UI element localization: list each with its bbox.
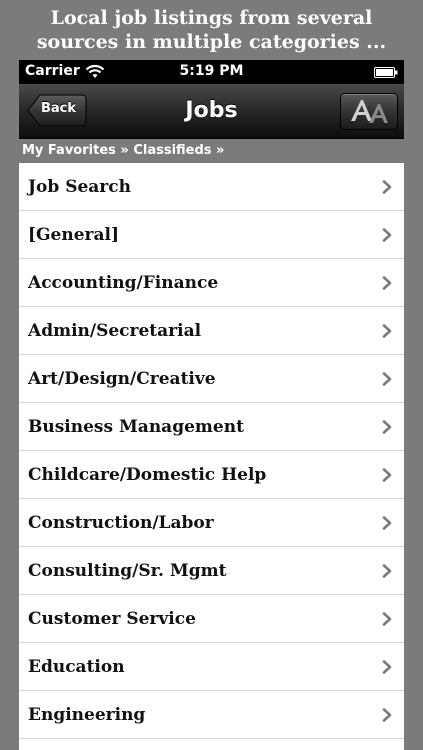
list-item-label: Business Management bbox=[28, 416, 244, 437]
category-list: Job Search [General] Accounting/Finance … bbox=[19, 163, 404, 750]
list-item[interactable]: Business Management bbox=[19, 403, 404, 451]
breadcrumb-classifieds[interactable]: Classifieds bbox=[133, 143, 211, 158]
promo-caption: Local job listings from several sources … bbox=[0, 0, 423, 60]
list-item[interactable]: Job Search bbox=[19, 163, 404, 211]
list-item[interactable]: Customer Service bbox=[19, 595, 404, 643]
chevron-right-icon bbox=[382, 612, 392, 626]
list-item-label: Customer Service bbox=[28, 608, 196, 629]
list-item[interactable]: Consulting/Sr. Mgmt bbox=[19, 547, 404, 595]
status-time: 5:19 PM bbox=[179, 63, 244, 79]
promo-line-2: sources in multiple categories ... bbox=[36, 31, 387, 53]
battery-icon bbox=[374, 66, 398, 78]
list-item[interactable]: Childcare/Domestic Help bbox=[19, 451, 404, 499]
promo-line-1: Local job listings from several bbox=[50, 7, 373, 29]
list-item-label: Engineering bbox=[28, 704, 146, 725]
chevron-right-icon bbox=[382, 420, 392, 434]
list-item-label: Job Search bbox=[28, 176, 131, 197]
chevron-right-icon bbox=[382, 180, 392, 194]
list-item-label: Consulting/Sr. Mgmt bbox=[28, 560, 227, 581]
list-item[interactable]: Accounting/Finance bbox=[19, 259, 404, 307]
list-item[interactable] bbox=[19, 739, 404, 750]
list-item[interactable]: Art/Design/Creative bbox=[19, 355, 404, 403]
chevron-right-icon bbox=[382, 708, 392, 722]
font-size-button[interactable] bbox=[340, 93, 398, 130]
list-item-label: Accounting/Finance bbox=[28, 272, 219, 293]
chevron-right-icon bbox=[382, 372, 392, 386]
list-item-label: Construction/Labor bbox=[28, 512, 214, 533]
chevron-right-icon bbox=[382, 468, 392, 482]
chevron-right-icon bbox=[382, 276, 392, 290]
font-size-icon bbox=[351, 100, 388, 123]
chevron-right-icon bbox=[382, 660, 392, 674]
list-item[interactable]: Admin/Secretarial bbox=[19, 307, 404, 355]
list-item-label: Art/Design/Creative bbox=[28, 368, 216, 389]
list-item-label: Education bbox=[28, 656, 125, 677]
list-item-label: [General] bbox=[28, 224, 120, 245]
chevron-right-icon bbox=[382, 564, 392, 578]
breadcrumb: My Favorites » Classifieds » bbox=[19, 139, 404, 163]
breadcrumb-separator: » bbox=[115, 143, 134, 158]
breadcrumb-my-favorites[interactable]: My Favorites bbox=[22, 143, 116, 158]
phone-screen: Carrier 5:19 PM Back Jobs My Favorites »… bbox=[19, 60, 404, 750]
breadcrumb-separator: » bbox=[211, 143, 225, 158]
chevron-right-icon bbox=[382, 228, 392, 242]
list-item-label: Childcare/Domestic Help bbox=[28, 464, 267, 485]
list-item[interactable]: [General] bbox=[19, 211, 404, 259]
list-item[interactable]: Education bbox=[19, 643, 404, 691]
chevron-right-icon bbox=[382, 516, 392, 530]
navigation-bar: Back Jobs bbox=[19, 84, 404, 139]
list-item[interactable]: Engineering bbox=[19, 691, 404, 739]
status-bar: Carrier 5:19 PM bbox=[19, 60, 404, 84]
list-item[interactable]: Construction/Labor bbox=[19, 499, 404, 547]
list-item-label: Admin/Secretarial bbox=[28, 320, 202, 341]
chevron-right-icon bbox=[382, 324, 392, 338]
